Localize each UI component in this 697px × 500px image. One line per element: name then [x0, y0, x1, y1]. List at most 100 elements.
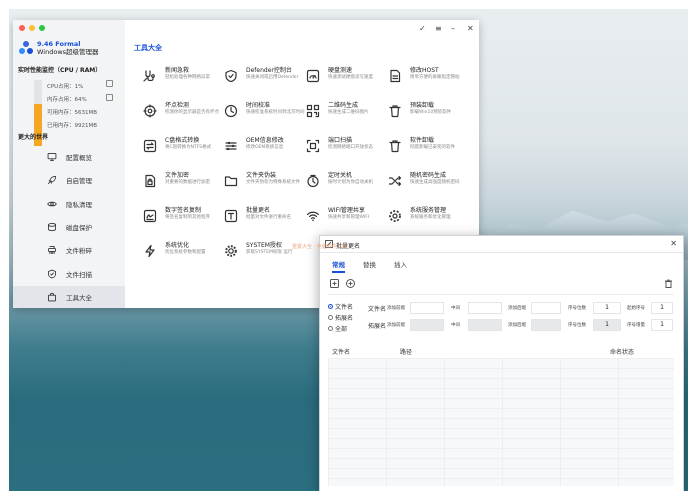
expand-icon[interactable]: [106, 80, 113, 87]
sidebar-item-label: 文件粉碎: [66, 247, 92, 256]
file-table-header: 文件名 路径 命名状态: [328, 344, 674, 359]
sidebar-item-label: 工具大全: [66, 293, 92, 302]
tool-item[interactable]: C盘格式转换 将C盘转换为NTFS格式: [143, 137, 223, 161]
row2-digits-input[interactable]: 1: [593, 319, 621, 331]
col-filename[interactable]: 文件名: [332, 347, 350, 356]
tool-desc: 批量对文件进行重命名: [246, 215, 291, 220]
row1-start-input[interactable]: 1: [651, 302, 673, 314]
eye-icon: [47, 199, 57, 209]
tool-item[interactable]: 预装卸载 卸载Win10预装软件: [388, 102, 468, 126]
tool-desc: 检测网络端口开放状态: [328, 145, 373, 150]
tool-item[interactable]: 软件卸载 彻底卸载已安装的软件: [388, 137, 468, 161]
minimize-icon[interactable]: –: [451, 24, 455, 33]
check-icon[interactable]: ✓: [419, 24, 426, 33]
tool-desc: 获取SYSTEM权限 运行: [246, 250, 293, 255]
tool-item[interactable]: 新闻急救 轻松处理各种网络异常: [143, 67, 223, 91]
dialog-tabs: 常规 替换 插入: [332, 259, 407, 273]
bag-icon: [47, 292, 57, 302]
tool-item[interactable]: 端口扫描 检测网络端口开放状态: [306, 137, 386, 161]
qrcode-icon: [306, 103, 320, 118]
speed-icon: [306, 68, 320, 83]
row2-prefix-input[interactable]: [410, 319, 444, 331]
tool-item[interactable]: 时间校准 快速校准系统时间到北京时间: [224, 102, 305, 126]
zoom-dot[interactable]: [39, 25, 45, 31]
bolt-icon: [143, 243, 157, 258]
radio-filename[interactable]: 文件名: [328, 302, 353, 311]
tool-item[interactable]: 硬盘测速 快速测试硬盘读写速度: [306, 67, 386, 91]
tool-desc: 按时计划为你自动关机: [328, 180, 373, 185]
tool-name: 端口扫描: [328, 137, 353, 144]
close-dot[interactable]: [19, 25, 25, 31]
tool-name: C盘格式转换: [165, 137, 200, 144]
memory-usage-text: 内存占用：64%: [47, 97, 87, 103]
sidebar-item-0[interactable]: 配置概览: [13, 146, 125, 168]
tool-item[interactable]: 随机密码生成 快速生成高强度随机密码: [388, 172, 468, 196]
row1-suffix-input[interactable]: [531, 302, 561, 314]
tool-name: OEM信息修改: [246, 137, 284, 144]
folder-icon: [224, 173, 238, 187]
tool-item[interactable]: 二维码生成 快速生成二维码图片: [306, 102, 386, 126]
close-icon[interactable]: ✕: [467, 24, 474, 33]
row2-suffix-input[interactable]: [531, 319, 561, 331]
menu-icon[interactable]: ≡: [435, 24, 442, 33]
radio-all[interactable]: 全部: [328, 324, 347, 333]
tool-item[interactable]: 修改HOST 简单方便的屏蔽指定网站: [388, 67, 468, 91]
tool-desc: 将C盘转换为NTFS格式: [165, 145, 212, 150]
delete-icon[interactable]: [664, 279, 673, 288]
tool-name: 系统优化: [165, 242, 190, 249]
row1-prefix-input[interactable]: [410, 302, 444, 314]
dialog-close-icon[interactable]: ✕: [670, 239, 677, 248]
row1-label: 文件名: [368, 306, 387, 313]
tool-desc: 快速生成二维码图片: [328, 110, 369, 115]
gear-icon: [388, 208, 402, 222]
col-status[interactable]: 命名状态: [610, 347, 634, 356]
add-file-icon[interactable]: [330, 279, 339, 288]
tool-item[interactable]: 系统服务管理 系统服务和优化管理: [388, 207, 468, 231]
sidebar-item-4[interactable]: 文件粉碎: [13, 239, 125, 261]
sidebar-item-3[interactable]: 磁盘保护: [13, 216, 125, 238]
settings-small-icon[interactable]: [106, 94, 113, 101]
tool-name: 二维码生成: [328, 102, 359, 109]
row2-step-input[interactable]: 1: [651, 319, 673, 331]
cog-icon: [224, 243, 238, 257]
app-title: 9.46 Formal Windows超级管理器: [37, 40, 99, 56]
tool-item[interactable]: 系统优化 优化系统参数和配置: [143, 242, 223, 266]
tab-replace[interactable]: 替换: [363, 259, 376, 273]
sidebar-item-5[interactable]: 文件扫描: [13, 263, 125, 285]
radio-extension[interactable]: 拓展名: [328, 313, 353, 322]
rename-icon: [224, 208, 238, 223]
tool-item[interactable]: WIFI管理共享 快速共享和管理WIFI: [306, 207, 386, 231]
sidebar-item-1[interactable]: 自启管理: [13, 169, 125, 191]
row2-middle-input[interactable]: [468, 319, 502, 331]
sidebar-item-6[interactable]: 工具大全: [13, 285, 125, 308]
tool-item[interactable]: 文件加密 对重要的数据进行加密: [143, 172, 223, 196]
watermark-text: 重置大全 · 电脑软件下载: [292, 244, 347, 250]
tool-item[interactable]: 批量更名 批量对文件进行重命名: [224, 207, 304, 231]
sidebar-item-2[interactable]: 隐私清理: [13, 193, 125, 215]
app-logo-icon: [19, 41, 33, 54]
sidebar-item-label: 文件扫描: [66, 270, 92, 279]
tab-general[interactable]: 常规: [332, 259, 345, 273]
sidebar-item-label: 隐私清理: [66, 200, 92, 209]
row1-middle-input[interactable]: [468, 302, 502, 314]
tool-item[interactable]: Defender控制台 快速关闭或启用Defender: [224, 67, 304, 91]
tool-item[interactable]: 文件夹伪装 文件夹伪装为特殊系统文件: [224, 172, 304, 196]
app-name: Windows超级管理器: [37, 48, 99, 56]
tool-name: 修改HOST: [410, 67, 439, 74]
tool-name: 软件卸载: [410, 137, 435, 144]
row1-digits-input[interactable]: 1: [593, 302, 621, 314]
tool-item[interactable]: 定时关机 按时计划为你自动关机: [306, 172, 386, 196]
tool-desc: 彻底卸载已安装的软件: [410, 145, 455, 150]
tool-item[interactable]: OEM信息修改 修改OEM系统信息: [224, 137, 304, 161]
tool-name: 随机密码生成: [410, 172, 447, 179]
tool-name: Defender控制台: [246, 67, 292, 74]
tool-item[interactable]: 数字签名复制 将签名复制到其他程序: [143, 207, 223, 231]
tool-name: 数字签名复制: [165, 207, 202, 214]
col-path[interactable]: 路径: [400, 347, 412, 356]
add-folder-icon[interactable]: [346, 279, 355, 288]
file-table-body[interactable]: [328, 358, 674, 486]
host-file-icon: [388, 68, 402, 83]
tab-insert[interactable]: 插入: [394, 259, 407, 273]
tool-item[interactable]: 坏点检测 检测你的显示器是否有坏点: [143, 102, 223, 126]
minimize-dot[interactable]: [29, 25, 35, 31]
